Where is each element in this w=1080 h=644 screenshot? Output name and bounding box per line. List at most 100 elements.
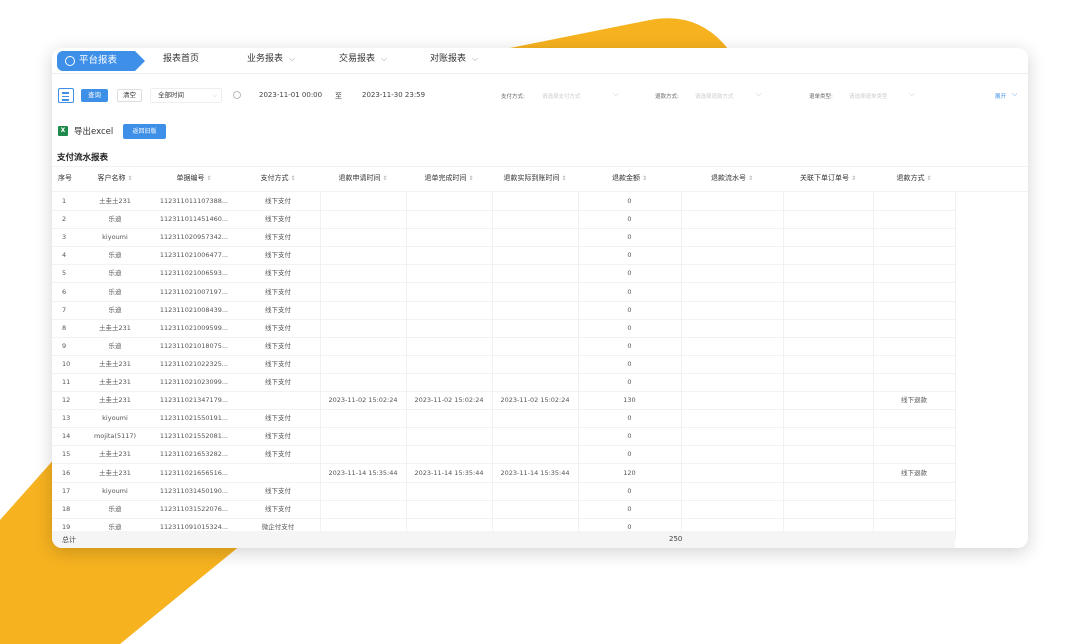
table-cell [681,264,783,282]
table-cell [783,264,873,282]
table-cell [320,301,406,319]
table-cell [783,427,873,445]
column-header-label: 退款申请时间 [338,174,381,182]
tab-platform-report[interactable]: 平台报表 [57,51,145,71]
sort-icon[interactable]: ⇕ [127,175,132,182]
table-cell: 14 [62,432,71,441]
nav-item[interactable]: 交易报表 ⌵ [339,48,387,74]
nav-item[interactable]: 对账报表 ⌵ [430,48,478,74]
end-time-input[interactable]: 2023-11-30 23:59 [362,91,425,99]
table-cell: 0 [627,197,632,205]
table-cell: 112311021007197... [159,287,229,296]
menu-toggle-icon[interactable] [58,88,74,103]
column-header[interactable]: 单据编号 ⇕ [152,166,236,191]
table-row[interactable]: 6 乐迪 112311021007197... 线下支付 0 [52,283,1028,302]
column-header[interactable]: 退款方式 ⇕ [873,166,955,191]
table-row[interactable]: 12 土圭土231 112311021347179... 2023-11-02 15:… [52,391,1028,411]
table-row[interactable]: 7 乐迪 112311021008439... 线下支付 0 [52,301,1028,320]
table-row[interactable]: 2 乐迪 112311011451460... 线下支付 0 [52,210,1028,230]
sort-icon[interactable]: ⇕ [851,175,856,182]
table-row[interactable]: 5 乐迪 112311021006593... 线下支付 0 [52,264,1028,284]
table-cell: 0 [627,414,632,423]
column-header[interactable]: 支付方式 ⇕ [236,166,320,191]
table-cell: 112311021006477... [159,251,229,260]
sort-icon[interactable]: ⇕ [206,175,211,182]
time-range-select[interactable]: 全部时间 ⌵ [150,88,222,103]
table-cell: 0 [627,323,632,332]
column-header[interactable]: 退单完成时间 ⇕ [406,166,492,191]
table-cell [492,301,578,319]
back-old-version-button[interactable]: 返回旧版 [123,124,166,139]
pay-method-select[interactable]: 请选择支付方式 [542,92,581,100]
table-row[interactable]: 9 乐迪 112311021018075... 线下支付 0 [52,337,1028,356]
table-cell: 乐迪 [108,341,122,350]
export-excel-link[interactable]: 导出excel [74,125,113,137]
sort-icon[interactable]: ⇕ [382,175,387,182]
total-row: 总计 250 [52,531,955,548]
clear-button[interactable]: 清空 [117,89,142,102]
table-row[interactable]: 1 土圭土231 112311011107388... 线下支付 0 [52,192,1028,211]
column-header[interactable]: 序号 [52,166,78,191]
table-cell: 线下支付 [265,233,291,242]
table-cell: 15 [62,450,71,459]
table-cell [320,409,406,427]
nav-item[interactable]: 业务报表 ⌵ [247,48,295,74]
table-cell [320,264,406,282]
column-header[interactable]: 关联下单订单号 ⇕ [783,166,873,191]
table-row[interactable]: 18 乐迪 112311031522076... 线下支付 0 [52,500,1028,519]
table-cell [873,482,955,500]
expand-link[interactable]: 展开 [995,92,1006,100]
column-header[interactable]: 退款申请时间 ⇕ [320,166,406,191]
table-cell [873,264,955,282]
column-header[interactable]: 客户名称 ⇕ [78,166,152,191]
table-cell: kiyoumi [102,486,128,495]
nav-item[interactable]: 报表首页 [163,48,199,74]
table-row[interactable]: 8 土圭土231 112311021009599... 线下支付 0 [52,319,1028,338]
chevron-down-icon: ⌵ [613,90,619,98]
table-cell [320,337,406,355]
sort-icon[interactable]: ⇕ [468,175,473,182]
report-window: 平台报表 报表首页 业务报表 ⌵ 交易报表 ⌵ 对账报表 ⌵ 查询 清空 全部时间 ⌵ 20… [52,48,1028,548]
table-cell: 0 [627,287,632,296]
table-row[interactable]: 15 土圭土231 112311021653282... 线下支付 0 [52,445,1028,465]
table-cell [873,409,955,427]
column-header[interactable]: 退款金额 ⇕ [578,166,681,191]
sort-icon[interactable]: ⇕ [642,175,647,182]
table-row[interactable]: 4 乐迪 112311021006477... 线下支付 0 [52,246,1028,266]
table-cell [681,355,783,373]
table-cell: 6 [62,287,67,296]
sort-icon[interactable]: ⇕ [926,175,931,182]
table-cell [681,500,783,518]
table-row[interactable]: 13 kiyoumi 112311021550191... 线下支付 0 [52,409,1028,429]
table-cell [492,409,578,427]
sort-icon[interactable]: ⇕ [290,175,295,182]
table-row[interactable]: 16 土圭土231 112311021656516... 2023-11-14 15:… [52,464,1028,483]
table-row[interactable]: 3 kiyoumi 112311020957342... 线下支付 0 [52,228,1028,248]
table-cell: 线下支付 [265,486,291,495]
doc-type-select[interactable]: 请选择退单类型 [849,92,888,100]
refund-method-select[interactable]: 请选择退款方式 [695,92,734,100]
chevron-down-icon: ⌵ [381,54,388,63]
table-cell [783,445,873,463]
range-separator: 至 [335,92,342,100]
table-cell: 线下支付 [265,197,291,205]
query-button[interactable]: 查询 [81,89,108,102]
table-row[interactable]: 17 kiyoumi 112311031450190... 线下支付 0 [52,482,1028,501]
sort-icon[interactable]: ⇕ [561,175,566,182]
table-cell [492,482,578,500]
table-row[interactable]: 10 土圭土231 112311021022325... 线下支付 0 [52,355,1028,374]
table-cell: 线下支付 [265,305,291,314]
start-time-input[interactable]: 2023-11-01 00:00 [259,91,322,99]
column-header[interactable]: 退款流水号 ⇕ [681,166,783,191]
table-cell [492,283,578,301]
table-cell: 120 [623,468,636,477]
column-header[interactable]: 退款实际到账时间 ⇕ [492,166,578,191]
table-cell: 0 [627,432,632,441]
sort-icon[interactable]: ⇕ [748,175,753,182]
table-cell: kiyoumi [102,233,128,242]
table-cell [320,210,406,228]
table-row[interactable]: 14 mojita(5117) 112311021552081... 线下支付 0 [52,427,1028,447]
table-cell [873,373,955,391]
table-row[interactable]: 11 土圭土231 112311021023099... 线下支付 0 [52,373,1028,392]
table-cell: 线下支付 [265,287,291,296]
